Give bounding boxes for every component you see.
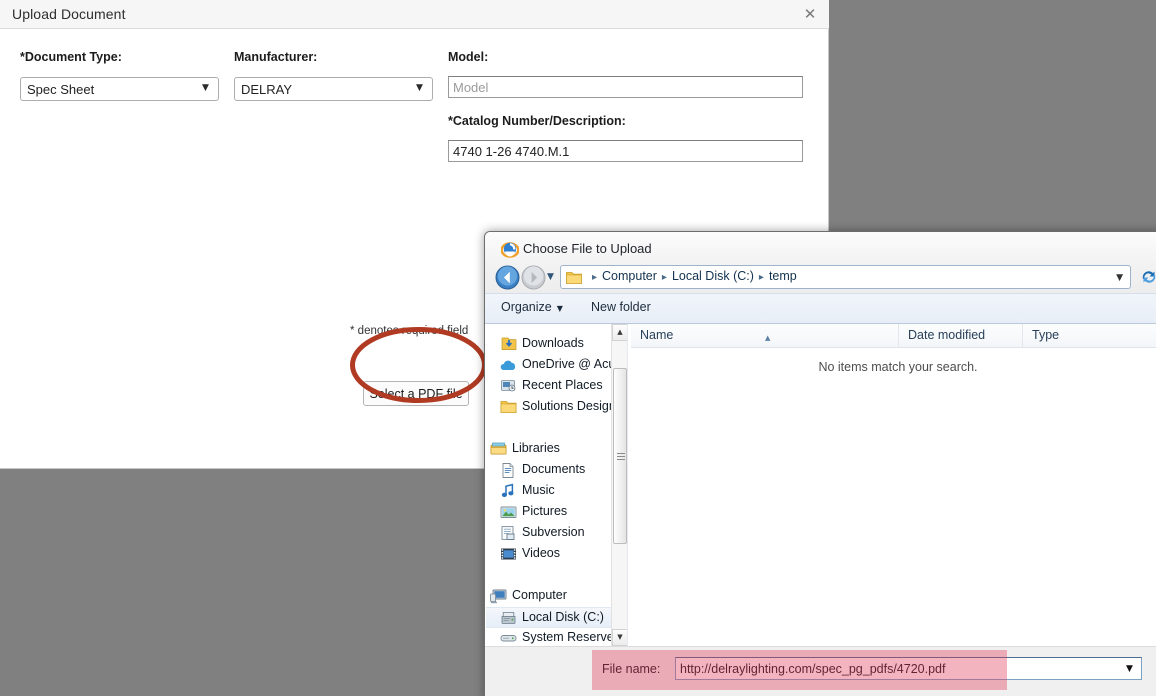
nav-item-music[interactable]: Music <box>486 481 627 502</box>
videos-icon <box>501 548 516 560</box>
navigation-pane: Downloads OneDrive @ Acui Recent Places Sol… <box>486 324 627 646</box>
documents-icon <box>502 463 514 478</box>
nav-item-label: Pictures <box>522 504 568 518</box>
breadcrumb-separator: ▸ <box>592 272 598 283</box>
file-dialog-navbar: ▼ ▸ Computer ▸ Local Disk (C:) ▸ temp ▼ <box>485 262 1156 293</box>
nav-item-pictures[interactable]: Pictures <box>486 502 627 523</box>
upload-document-titlebar: Upload Document ✕ <box>0 0 829 29</box>
nav-item-label: Recent Places <box>522 378 603 392</box>
column-header-name-label: Name <box>640 328 674 342</box>
navigation-pane-scrollbar[interactable]: ▲ ▼ <box>611 324 628 646</box>
drive-icon <box>500 635 517 642</box>
nav-item-label: Music <box>522 483 555 497</box>
manufacturer-select-wrap: DELRAY ▼ <box>234 77 433 101</box>
refresh-icon[interactable] <box>1137 265 1156 289</box>
nav-item-videos[interactable]: Videos <box>486 544 627 565</box>
nav-item-label: Documents <box>522 462 586 476</box>
back-arrow-icon[interactable] <box>495 265 520 290</box>
nav-item-label: Subversion <box>522 525 585 539</box>
column-header-name[interactable]: Name ▲ <box>631 324 898 348</box>
nav-item-libraries[interactable]: Libraries <box>486 439 627 460</box>
document-type-label: *Document Type: <box>20 50 122 64</box>
file-dialog-title: Choose File to Upload <box>523 241 652 256</box>
file-name-input[interactable] <box>675 657 1142 680</box>
sort-ascending-icon: ▲ <box>765 334 771 342</box>
model-label: Model: <box>448 50 489 64</box>
breadcrumb-item-computer[interactable]: Computer <box>602 269 657 283</box>
recent-pages-caret-icon[interactable]: ▼ <box>547 272 554 282</box>
nav-item-system-reserved[interactable]: System Reserved <box>486 628 627 646</box>
nav-item-label: System Reserved <box>522 630 621 644</box>
folder-icon <box>566 272 582 284</box>
column-header-type[interactable]: Type <box>1022 324 1156 348</box>
file-dialog-footer: File name: ▼ <box>485 646 1156 696</box>
breadcrumb-separator: ▸ <box>758 272 764 283</box>
manufacturer-select[interactable]: DELRAY <box>234 77 433 101</box>
organize-label: Organize <box>501 300 552 314</box>
model-input[interactable] <box>448 76 803 98</box>
nav-item-label: Downloads <box>522 336 584 350</box>
music-icon <box>501 483 514 497</box>
libraries-icon <box>490 442 507 455</box>
nav-item-subversion[interactable]: Subversion <box>486 523 627 544</box>
screen: Upload Document ✕ *Document Type: Spec S… <box>0 0 1156 696</box>
onedrive-icon <box>500 360 516 370</box>
scrollbar-thumb[interactable] <box>613 368 627 544</box>
internet-explorer-icon <box>501 242 519 258</box>
nav-item-label: Libraries <box>512 441 560 455</box>
new-folder-button[interactable]: New folder <box>591 300 651 314</box>
file-dialog-body: Downloads OneDrive @ Acui Recent Places Sol… <box>485 324 1156 646</box>
chevron-down-icon: ▼ <box>556 304 563 313</box>
choose-file-to-upload-dialog: Choose File to Upload ▼ ▸ Computer ▸ Loc… <box>484 231 1156 696</box>
required-field-note: * denotes required field <box>350 325 469 337</box>
address-bar[interactable]: ▸ Computer ▸ Local Disk (C:) ▸ temp ▼ <box>560 265 1131 289</box>
file-dialog-toolbar: Organize ▼ New folder <box>485 293 1156 324</box>
folder-icon <box>500 401 517 413</box>
file-dialog-titlebar: Choose File to Upload ▼ ▸ Computer ▸ Loc… <box>485 232 1156 293</box>
computer-icon <box>490 589 507 604</box>
upload-document-title: Upload Document <box>12 6 126 22</box>
nav-item-label: OneDrive @ Acui <box>522 357 619 371</box>
document-type-select[interactable]: Spec Sheet <box>20 77 219 101</box>
nav-item-label: Local Disk (C:) <box>522 610 604 624</box>
catalog-number-input[interactable] <box>448 140 803 162</box>
scroll-up-icon[interactable]: ▲ <box>612 324 628 341</box>
nav-item-local-disk-c[interactable]: Local Disk (C:) <box>486 607 627 628</box>
chevron-down-icon[interactable]: ▼ <box>1116 273 1123 283</box>
select-a-pdf-file-button[interactable]: Select a PDF file <box>363 381 469 406</box>
nav-item-computer[interactable]: Computer <box>486 586 627 607</box>
close-icon[interactable]: ✕ <box>801 6 819 24</box>
pictures-icon <box>500 506 517 518</box>
nav-item-onedrive-acui[interactable]: OneDrive @ Acui <box>486 355 627 376</box>
file-list-pane: Name ▲ Date modified Type No items match… <box>631 324 1156 646</box>
downloads-icon <box>501 337 517 350</box>
file-list-header: Name ▲ Date modified Type <box>631 324 1156 348</box>
breadcrumb-item-temp[interactable]: temp <box>769 269 797 283</box>
breadcrumb-item-local-disk[interactable]: Local Disk (C:) <box>672 269 754 283</box>
nav-item-label: Solutions Design <box>522 399 616 413</box>
nav-item-downloads[interactable]: Downloads <box>486 334 627 355</box>
scrollbar-grip-icon <box>617 453 625 460</box>
column-header-date-modified[interactable]: Date modified <box>898 324 1022 348</box>
breadcrumb-separator: ▸ <box>661 272 667 283</box>
forward-arrow-icon[interactable] <box>521 265 546 290</box>
recent-places-icon <box>501 380 516 392</box>
nav-item-recent-places[interactable]: Recent Places <box>486 376 627 397</box>
nav-item-solutions-design[interactable]: Solutions Design <box>486 397 627 418</box>
document-type-select-wrap: Spec Sheet ▼ <box>20 77 219 101</box>
file-name-label: File name: <box>602 662 661 676</box>
nav-item-label: Videos <box>522 546 560 560</box>
pane-splitter[interactable] <box>627 324 630 646</box>
harddisk-icon <box>501 612 516 624</box>
breadcrumb: ▸ Computer ▸ Local Disk (C:) ▸ temp <box>587 269 797 283</box>
scroll-down-icon[interactable]: ▼ <box>612 629 628 646</box>
nav-item-label: Computer <box>512 588 567 602</box>
nav-item-documents[interactable]: Documents <box>486 460 627 481</box>
catalog-number-label: *Catalog Number/Description: <box>448 114 626 128</box>
organize-menu-button[interactable]: Organize ▼ <box>501 300 563 314</box>
manufacturer-label: Manufacturer: <box>234 50 318 64</box>
subversion-icon <box>501 526 515 540</box>
empty-list-message: No items match your search. <box>818 360 978 374</box>
